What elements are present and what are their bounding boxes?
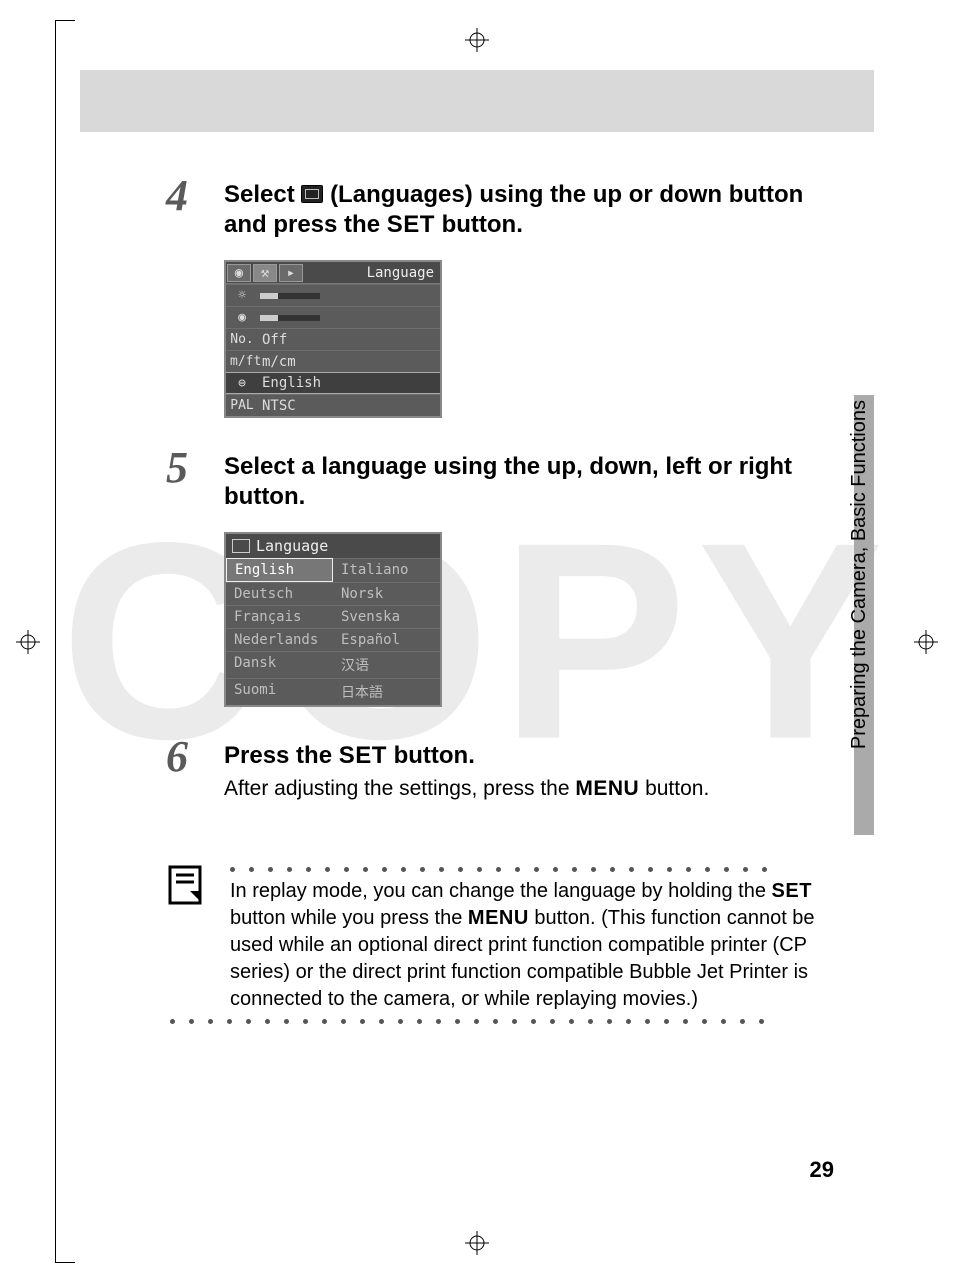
dotted-divider-icon: [170, 1019, 834, 1024]
menu-header: Language: [226, 534, 440, 558]
step-4: 4 Select (Languages) using the up or dow…: [170, 180, 834, 418]
language-option: Dansk: [226, 651, 333, 678]
crop-mark-icon: [55, 1243, 75, 1263]
language-menu-screenshot: Language English Italiano Deutsch Norsk …: [224, 532, 442, 707]
dotted-divider-icon: [230, 867, 834, 872]
language-option: Svenska: [333, 605, 440, 628]
language-grid: English Italiano Deutsch Norsk Français …: [226, 558, 440, 705]
text: Press the: [224, 742, 339, 769]
tab-camera-icon: ◉: [227, 264, 251, 282]
language-icon: ⊜: [230, 376, 254, 391]
text: button.: [442, 211, 523, 238]
menu-row: ☼: [226, 284, 440, 306]
language-option: Español: [333, 628, 440, 651]
step-number: 4: [166, 170, 188, 221]
language-option: Nederlands: [226, 628, 333, 651]
registration-mark-icon: [16, 630, 40, 654]
language-option: Français: [226, 605, 333, 628]
text: After adjusting the settings, press the: [224, 777, 575, 800]
crop-line: [55, 20, 56, 1263]
step-title: Press the SET button.: [224, 741, 834, 771]
units-icon: m/ft: [230, 354, 254, 369]
step-number: 6: [166, 731, 188, 782]
language-menu-icon: [232, 539, 250, 553]
step-number: 5: [166, 442, 188, 493]
menu-tab-bar: ◉ ⚒ ▸ Language: [226, 262, 440, 284]
menu-row: m/ft m/cm: [226, 350, 440, 372]
tab-playback-icon: ▸: [279, 264, 303, 282]
menu-value: NTSC: [254, 398, 296, 414]
step-title: Select a language using the up, down, le…: [224, 452, 834, 512]
menu-button-label: MENU: [575, 777, 639, 800]
step-body: After adjusting the settings, press the …: [224, 777, 834, 801]
menu-button-label: MENU: [468, 907, 529, 929]
note-box: In replay mode, you can change the langu…: [170, 841, 834, 1050]
language-option-selected: English: [226, 558, 333, 582]
menu-row: No. Off: [226, 328, 440, 350]
menu-row-highlighted: ⊜ English: [226, 372, 440, 394]
note-text: In replay mode, you can change the langu…: [230, 878, 834, 1013]
step-5: 5 Select a language using the up, down, …: [170, 452, 834, 707]
step-title: Select (Languages) using the up or down …: [224, 180, 834, 240]
volume-icon: ◉: [230, 310, 254, 325]
menu-value: m/cm: [254, 354, 296, 370]
language-option: Suomi: [226, 678, 333, 705]
registration-mark-icon: [465, 28, 489, 52]
text: In replay mode, you can change the langu…: [230, 880, 772, 902]
video-system-icon: PAL: [230, 398, 254, 413]
language-option: Deutsch: [226, 582, 333, 605]
menu-value: English: [254, 375, 321, 391]
set-button-label: SET: [772, 880, 812, 902]
registration-mark-icon: [465, 1231, 489, 1255]
page-content: 4 Select (Languages) using the up or dow…: [170, 180, 834, 1050]
step-6: 6 Press the SET button. After adjusting …: [170, 741, 834, 801]
file-number-icon: No.: [230, 332, 254, 347]
menu-row: ◉: [226, 306, 440, 328]
menu-value: Off: [254, 332, 287, 348]
note-icon: [166, 865, 204, 905]
language-option: Norsk: [333, 582, 440, 605]
text: button while you press the: [230, 907, 468, 929]
menu-title: Language: [367, 265, 440, 281]
language-option: 汉语: [333, 651, 440, 678]
brightness-icon: ☼: [230, 288, 254, 303]
tab-setup-icon: ⚒: [253, 264, 277, 282]
page-number: 29: [810, 1157, 834, 1183]
set-button-label: SET: [339, 742, 387, 769]
level-bar: [260, 293, 320, 299]
text: button.: [394, 742, 475, 769]
menu-row: PAL NTSC: [226, 394, 440, 416]
settings-menu-screenshot: ◉ ⚒ ▸ Language ☼ ◉ No. Off m/ft m/cm: [224, 260, 442, 418]
crop-mark-icon: [55, 20, 75, 40]
language-menu-icon: [301, 185, 323, 203]
set-button-label: SET: [387, 211, 435, 238]
menu-title: Language: [256, 537, 328, 555]
registration-mark-icon: [914, 630, 938, 654]
language-option: Italiano: [333, 558, 440, 582]
text: button.: [645, 777, 709, 800]
header-band: [80, 70, 874, 132]
text: Select: [224, 181, 301, 208]
language-option: 日本語: [333, 678, 440, 705]
level-bar: [260, 315, 320, 321]
section-tab-label: Preparing the Camera, Basic Functions: [848, 400, 871, 749]
